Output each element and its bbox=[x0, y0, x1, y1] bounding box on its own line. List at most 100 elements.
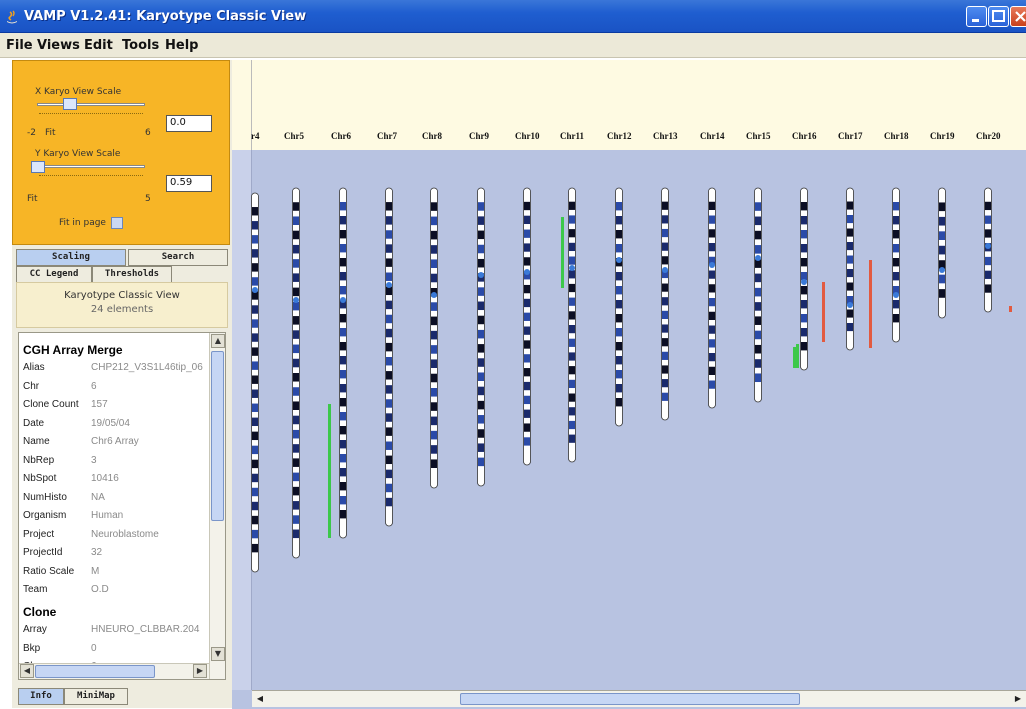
fit-in-page-checkbox[interactable] bbox=[111, 217, 123, 229]
cgh-marker[interactable] bbox=[561, 217, 564, 288]
chromosome-ideogram[interactable] bbox=[430, 187, 438, 489]
scroll-right-icon[interactable]: ▶ bbox=[193, 664, 207, 678]
chromosome-band bbox=[709, 339, 715, 348]
chromosome-band bbox=[340, 482, 346, 491]
tab-cc-legend[interactable]: CC Legend bbox=[16, 266, 92, 283]
chromosome-band bbox=[252, 529, 258, 539]
chromosome-ideogram[interactable] bbox=[477, 187, 485, 487]
chromosome-ideogram[interactable] bbox=[251, 192, 259, 573]
chromosome-band bbox=[293, 273, 299, 282]
chromosome-ideogram[interactable] bbox=[568, 187, 576, 463]
x-scale-track[interactable] bbox=[37, 103, 145, 106]
chromosome-band bbox=[569, 407, 575, 416]
menu-help[interactable]: Help bbox=[165, 38, 198, 53]
chromosome-band bbox=[386, 455, 392, 465]
chromosome-band bbox=[293, 472, 299, 482]
chromosome-ideogram[interactable] bbox=[292, 187, 300, 559]
karyotype-view[interactable]: r4 Chr5 Chr6 Chr7 Chr8 Chr9 Chr10 Chr11 Chr12 Chr… bbox=[232, 60, 1026, 709]
close-button[interactable] bbox=[1010, 6, 1026, 27]
menu-file[interactable]: File bbox=[6, 38, 33, 53]
tab-minimap[interactable]: MiniMap bbox=[64, 688, 128, 705]
merge-prop-value: 19/05/04 bbox=[91, 417, 130, 429]
minimize-button[interactable] bbox=[966, 6, 987, 27]
chromosome-band bbox=[524, 215, 530, 225]
chromosome-ideogram[interactable] bbox=[661, 187, 669, 421]
chromosome-band bbox=[252, 333, 258, 342]
main-hscroll[interactable]: ◀ ▶ bbox=[252, 690, 1026, 707]
merge-prop-value: Neuroblastome bbox=[91, 528, 159, 540]
chromosome-band bbox=[985, 229, 991, 238]
chromosome-band bbox=[662, 228, 668, 238]
chromosome-band bbox=[340, 412, 346, 421]
tab-search[interactable]: Search bbox=[128, 249, 228, 266]
chromosome-ideogram[interactable] bbox=[754, 187, 762, 403]
cgh-marker[interactable] bbox=[793, 347, 796, 368]
chromosome-band bbox=[478, 315, 484, 325]
cgh-marker[interactable] bbox=[869, 260, 872, 348]
menu-tools[interactable]: Tools bbox=[122, 38, 159, 53]
chromosome-band bbox=[985, 201, 991, 211]
chromosome-ideogram[interactable] bbox=[846, 187, 854, 351]
scaling-panel: X Karyo View Scale -2 Fit 6 0.0 Y Karyo … bbox=[12, 60, 230, 245]
chromosome-band bbox=[478, 202, 484, 211]
chromosome-ideogram[interactable] bbox=[800, 187, 808, 371]
chromosome-band bbox=[847, 215, 853, 224]
chromosome-band bbox=[524, 395, 530, 405]
chromosome-band bbox=[340, 328, 346, 337]
main-hscroll-thumb[interactable] bbox=[460, 693, 800, 705]
chromosome-ideogram[interactable] bbox=[892, 187, 900, 343]
menu-views[interactable]: Views bbox=[37, 38, 80, 53]
maximize-button[interactable] bbox=[988, 6, 1009, 27]
chromosome-band bbox=[478, 230, 484, 240]
chromosome-band bbox=[340, 314, 346, 323]
scroll-down-icon[interactable]: ▼ bbox=[211, 647, 225, 661]
menu-edit[interactable]: Edit bbox=[84, 38, 113, 53]
x-scale-value[interactable]: 0.0 bbox=[166, 115, 212, 132]
tab-info[interactable]: Info bbox=[18, 688, 64, 705]
cgh-marker[interactable] bbox=[328, 404, 331, 538]
chromosome-band bbox=[252, 249, 258, 258]
chromosome-band bbox=[939, 202, 945, 212]
chromosome-band bbox=[340, 440, 346, 449]
y-scale-thumb[interactable] bbox=[31, 161, 45, 173]
chromosome-band bbox=[293, 458, 299, 467]
y-scale-track[interactable] bbox=[37, 165, 145, 168]
chromosome-band bbox=[801, 314, 807, 323]
chromosome-canvas[interactable] bbox=[232, 60, 1026, 690]
chromosome-ideogram[interactable] bbox=[385, 187, 393, 527]
scroll-up-icon[interactable]: ▲ bbox=[211, 334, 225, 348]
cgh-marker[interactable] bbox=[796, 344, 799, 368]
chromosome-band bbox=[478, 287, 484, 296]
cgh-marker[interactable] bbox=[822, 282, 825, 342]
chromosome-band bbox=[252, 445, 258, 455]
chromosome-ideogram[interactable] bbox=[615, 187, 623, 427]
main-scroll-right-icon[interactable]: ▶ bbox=[1012, 693, 1024, 705]
chromosome-band bbox=[616, 342, 622, 351]
chromosome-band bbox=[386, 469, 392, 479]
chromosome-ideogram[interactable] bbox=[984, 187, 992, 313]
chromosome-band bbox=[478, 443, 484, 452]
y-scale-value[interactable]: 0.59 bbox=[166, 175, 212, 192]
chromosome-band bbox=[801, 244, 807, 253]
chromosome-ideogram[interactable] bbox=[708, 187, 716, 409]
scroll-left-icon[interactable]: ◀ bbox=[20, 664, 34, 678]
vscroll-thumb[interactable] bbox=[211, 351, 224, 521]
chromosome-band bbox=[893, 300, 899, 309]
properties-vscroll[interactable]: ▲ ▼ bbox=[209, 333, 225, 679]
tab-scaling[interactable]: Scaling bbox=[16, 249, 126, 266]
properties-hscroll[interactable]: ◀ ▶ bbox=[19, 663, 209, 679]
x-scale-thumb[interactable] bbox=[63, 98, 77, 110]
merge-prop-value: CHP212_V3S1L46tip_06 bbox=[91, 362, 203, 373]
chromosome-ideogram[interactable] bbox=[339, 187, 347, 539]
main-scroll-left-icon[interactable]: ◀ bbox=[254, 693, 266, 705]
chromosome-band bbox=[616, 244, 622, 253]
chromosome-ideogram[interactable] bbox=[938, 187, 946, 319]
hscroll-thumb[interactable] bbox=[35, 665, 155, 678]
chromosome-band bbox=[293, 515, 299, 524]
cgh-marker[interactable] bbox=[1009, 306, 1012, 312]
chromosome-band bbox=[569, 256, 575, 265]
merge-prop-key: Alias bbox=[23, 362, 45, 373]
merge-prop-key: NumHisto bbox=[23, 491, 67, 503]
tab-thresholds[interactable]: Thresholds bbox=[92, 266, 172, 283]
chromosome-ideogram[interactable] bbox=[523, 187, 531, 466]
